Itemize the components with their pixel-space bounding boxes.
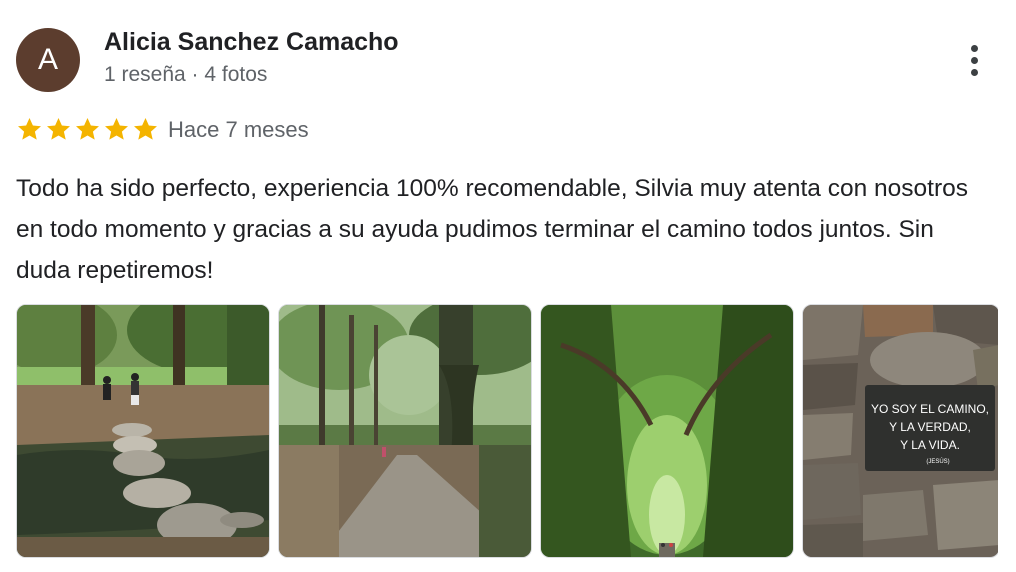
star-icon (18, 118, 41, 140)
review-photo-2[interactable] (278, 304, 532, 558)
photo-stream-crossing (17, 305, 269, 557)
star-icon (134, 118, 157, 140)
more-vert-icon-dot (970, 56, 978, 64)
reviewer-meta: 1 reseña · 4 fotos (104, 63, 268, 86)
review-time: Hace 7 meses (168, 117, 309, 142)
more-options-button[interactable] (952, 38, 996, 82)
star-rating (16, 116, 159, 143)
more-vert-icon (970, 44, 978, 52)
star-icon (76, 118, 99, 140)
sign-attribution: (JESÚS) (926, 458, 949, 465)
star-icon (47, 118, 70, 140)
review-photo-3[interactable] (540, 304, 794, 558)
star-icon (105, 118, 128, 140)
more-vert-icon-dot (970, 68, 978, 76)
review-text: Todo ha sido perfecto, experiencia 100% … (16, 175, 968, 284)
sign-line-2: Y LA VERDAD, (889, 420, 971, 434)
review-photo-4[interactable]: YO SOY EL CAMINO, Y LA VERDAD, Y LA VIDA… (802, 304, 998, 558)
photo-tree-tunnel (541, 305, 793, 557)
photo-stone-wall-sign: YO SOY EL CAMINO, Y LA VERDAD, Y LA VIDA… (803, 305, 998, 557)
avatar[interactable]: A (16, 28, 80, 92)
photo-forest-path (279, 305, 531, 557)
sign-line-3: Y LA VIDA. (900, 438, 960, 452)
review-photo-1[interactable] (16, 304, 270, 558)
sign-line-1: YO SOY EL CAMINO, (871, 402, 989, 416)
reviewer-name[interactable]: Alicia Sanchez Camacho (104, 28, 399, 57)
photo-strip: YO SOY EL CAMINO, Y LA VERDAD, Y LA VIDA… (16, 304, 998, 558)
